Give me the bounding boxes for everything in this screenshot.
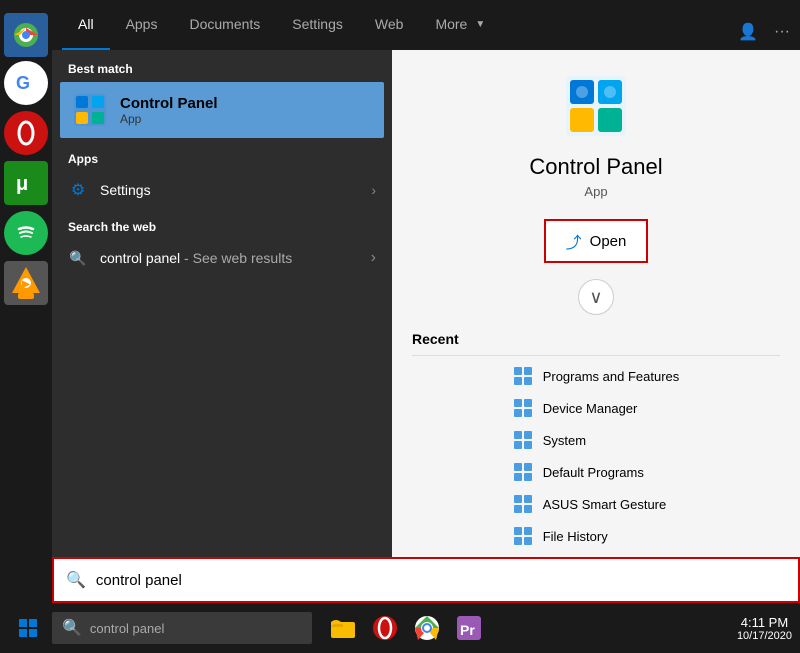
recent-label: Recent: [412, 331, 780, 356]
search-web-item[interactable]: 🔍 control panel - See web results ›: [52, 240, 392, 276]
search-web-text: control panel - See web results: [100, 250, 359, 266]
svg-text:Pr: Pr: [460, 622, 475, 638]
taskbar-right-area: 4:11 PM 10/17/2020: [737, 615, 792, 642]
opera-desktop-icon[interactable]: [4, 111, 48, 155]
recent-item-icon: [513, 430, 533, 450]
expand-button[interactable]: ∨: [578, 279, 614, 315]
svg-text:▶: ▶: [21, 279, 31, 290]
settings-arrow-icon: ›: [371, 182, 376, 198]
recent-item-icon: [513, 398, 533, 418]
recent-item-label: System: [543, 433, 586, 448]
opera-taskbar-icon[interactable]: [366, 609, 404, 647]
search-query: control panel: [100, 250, 180, 266]
date-display: 10/17/2020: [737, 630, 792, 642]
recent-item-label: Programs and Features: [543, 369, 680, 384]
best-match-item[interactable]: Control Panel App: [60, 82, 384, 138]
file-explorer-taskbar-icon[interactable]: [324, 609, 362, 647]
desktop: G μ: [0, 0, 800, 653]
recent-item-icon: [513, 494, 533, 514]
chevron-down-icon: ∨: [589, 287, 602, 308]
tab-web[interactable]: Web: [359, 0, 420, 50]
recent-item[interactable]: Default Programs: [513, 456, 680, 488]
premiere-taskbar-icon[interactable]: Pr: [450, 609, 488, 647]
app-detail-type: App: [584, 184, 607, 199]
control-panel-icon-small: [72, 92, 108, 128]
app-detail-name: Control Panel: [529, 154, 662, 180]
recent-item[interactable]: Programs and Features: [513, 360, 680, 392]
open-icon: ⤴: [566, 229, 582, 253]
tab-documents[interactable]: Documents: [173, 0, 276, 50]
spotify-desktop-icon[interactable]: [4, 211, 48, 255]
search-web-icon: 🔍: [68, 248, 88, 268]
search-bar-icon: 🔍: [66, 570, 86, 590]
chrome-desktop-icon[interactable]: [4, 13, 48, 57]
settings-label: Settings: [100, 182, 359, 198]
taskbar-search-icon: 🔍: [62, 618, 82, 638]
recent-item-icon: [513, 366, 533, 386]
search-bar-container: 🔍: [52, 557, 800, 603]
clock[interactable]: 4:11 PM 10/17/2020: [737, 615, 792, 642]
settings-app-item[interactable]: ⚙ Settings ›: [52, 172, 392, 208]
best-match-subtitle: App: [120, 112, 218, 126]
nav-right-actions: 👤 ···: [738, 22, 790, 50]
svg-text:G: G: [16, 73, 30, 93]
search-web-label: Search the web: [52, 208, 392, 240]
apps-label: Apps: [52, 138, 392, 172]
recent-item-label: Default Programs: [543, 465, 644, 480]
utorrent-desktop-icon[interactable]: μ: [4, 161, 48, 205]
svg-text:μ: μ: [16, 173, 28, 195]
recent-item-icon: [513, 462, 533, 482]
taskbar-search-text: control panel: [90, 621, 164, 636]
more-options-icon[interactable]: ···: [774, 23, 790, 41]
tab-settings[interactable]: Settings: [276, 0, 359, 50]
taskbar-search-box[interactable]: 🔍 control panel: [52, 612, 312, 644]
recent-item[interactable]: ASUS Smart Gesture: [513, 488, 680, 520]
best-match-title: Control Panel: [120, 95, 218, 112]
open-label: Open: [590, 233, 627, 250]
tab-all[interactable]: All: [62, 0, 110, 50]
recent-item-label: File History: [543, 529, 608, 544]
tab-apps[interactable]: Apps: [110, 0, 174, 50]
nav-bar: All Apps Documents Settings Web More ▼ 👤…: [52, 0, 800, 50]
recent-item[interactable]: File History: [513, 520, 680, 552]
start-menu: All Apps Documents Settings Web More ▼ 👤…: [52, 0, 800, 653]
chrome-taskbar-icon[interactable]: [408, 609, 446, 647]
control-panel-large-icon: [560, 70, 632, 142]
recent-item-label: Device Manager: [543, 401, 638, 416]
recent-item[interactable]: Device Manager: [513, 392, 680, 424]
chevron-down-icon: ▼: [475, 19, 485, 30]
recent-item-icon: [513, 526, 533, 546]
search-input[interactable]: [96, 572, 786, 589]
vlc-desktop-icon[interactable]: ▶: [4, 261, 48, 305]
bottom-taskbar: 🔍 control panel: [0, 603, 800, 653]
user-icon[interactable]: 👤: [738, 22, 758, 42]
tab-more[interactable]: More ▼: [419, 0, 501, 50]
open-button[interactable]: ⤴ Open: [544, 219, 649, 263]
google-desktop-icon[interactable]: G: [4, 61, 48, 105]
taskbar-left: G μ: [0, 0, 52, 603]
start-button[interactable]: [8, 608, 48, 648]
time-display: 4:11 PM: [737, 615, 792, 630]
recent-item-label: ASUS Smart Gesture: [543, 497, 667, 512]
search-suffix: - See web results: [180, 250, 292, 266]
recent-item[interactable]: System: [513, 424, 680, 456]
best-match-label: Best match: [52, 50, 392, 82]
best-match-text: Control Panel App: [120, 95, 218, 126]
settings-gear-icon: ⚙: [68, 180, 88, 200]
search-web-arrow-icon: ›: [371, 249, 376, 267]
